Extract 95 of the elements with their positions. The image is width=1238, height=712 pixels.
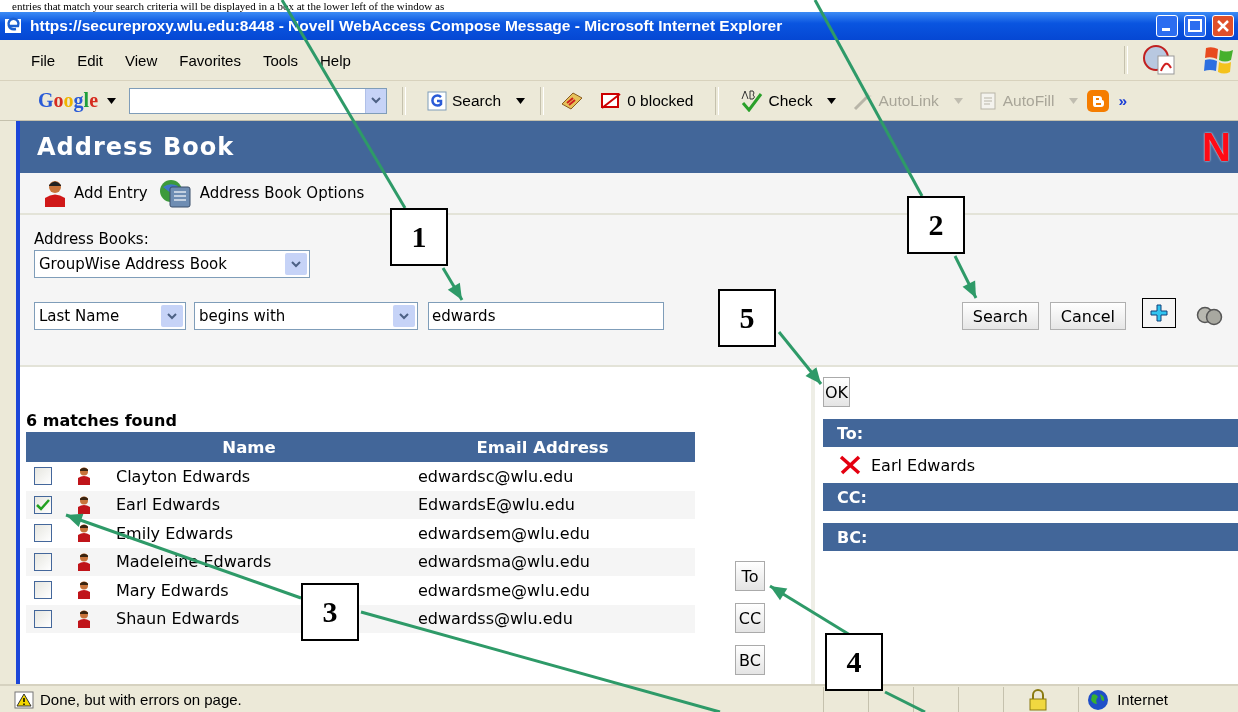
row-checkbox[interactable]	[34, 609, 52, 628]
caret-icon[interactable]	[827, 97, 837, 104]
contact-name: Shaun Edwards	[115, 609, 240, 629]
caret-icon[interactable]	[107, 97, 116, 104]
popup-blocker-icon	[600, 90, 623, 111]
callout-arrow	[953, 255, 978, 299]
globe-icon	[1087, 688, 1110, 711]
caret-icon[interactable]	[516, 97, 526, 104]
contact-email: edwardss@wlu.edu	[417, 609, 573, 629]
pdf-icon[interactable]	[1142, 44, 1178, 76]
ok-button[interactable]: OK	[823, 377, 851, 407]
contact-email: edwardsc@wlu.edu	[417, 466, 574, 486]
search-button[interactable]: Search	[961, 302, 1039, 330]
close-icon[interactable]	[1212, 15, 1234, 37]
caret-icon	[371, 97, 381, 104]
column-header: Email Address	[390, 432, 695, 462]
toolbar-button[interactable]: Check	[733, 89, 819, 112]
contact-email: edwardsme@wlu.edu	[417, 580, 590, 600]
spellcheck-icon	[739, 89, 764, 112]
results-count: 6 matches found	[26, 411, 178, 430]
callout-number: 2	[907, 196, 965, 254]
browser-icon	[4, 16, 24, 36]
menu-item[interactable]: Help	[309, 51, 362, 69]
address-book-dropdown[interactable]: GroupWise Address Book	[34, 250, 310, 278]
person-icon	[78, 581, 90, 600]
search-icon	[427, 90, 447, 111]
more-chevron[interactable]: »	[1118, 91, 1128, 110]
row-checkbox[interactable]	[34, 581, 52, 600]
checkmark-icon	[36, 498, 50, 511]
warning-icon[interactable]	[14, 690, 34, 709]
person-icon	[44, 179, 66, 207]
toolbar-link[interactable]: Address Book Options	[157, 178, 365, 208]
recipient-name: Earl Edwards	[871, 455, 975, 475]
toolbar-button[interactable]: Search	[421, 90, 508, 111]
person-icon	[78, 495, 90, 514]
add-recipient-button[interactable]: To	[735, 561, 765, 591]
blogger-icon[interactable]	[1087, 89, 1110, 112]
row-checkbox[interactable]	[34, 495, 52, 514]
plus-icon	[1150, 304, 1168, 322]
contact-name: Madeleine Edwards	[115, 552, 272, 572]
callout-arrow	[777, 331, 823, 385]
callout-number: 5	[718, 289, 776, 347]
row-checkbox[interactable]	[34, 467, 52, 486]
search-input[interactable]: edwards	[428, 302, 664, 330]
menu-item[interactable]: Edit	[66, 51, 115, 69]
toolbar-link[interactable]: Add Entry	[44, 179, 148, 207]
person-icon	[78, 467, 90, 486]
contact-name: Earl Edwards	[115, 495, 220, 515]
minimize-icon[interactable]	[1156, 15, 1178, 37]
recipient-section-header: BC:	[823, 523, 1238, 551]
menu-item[interactable]: File	[20, 51, 67, 69]
row-checkbox[interactable]	[34, 552, 52, 571]
add-recipient-button[interactable]: BC	[735, 645, 765, 675]
caret-icon	[167, 312, 177, 320]
add-button[interactable]	[1142, 298, 1176, 328]
callout-number: 4	[825, 633, 883, 691]
callout-number: 1	[390, 208, 448, 266]
field-dropdown[interactable]: Last Name	[34, 302, 186, 330]
maximize-icon[interactable]	[1184, 15, 1206, 37]
contact-name: Clayton Edwards	[115, 466, 251, 486]
address-book-icon	[157, 178, 192, 208]
lock-icon	[1028, 688, 1049, 711]
callout-arrow	[441, 267, 464, 301]
contact-email: edwardsma@wlu.edu	[417, 552, 590, 572]
status-text: Done, but with errors on page.	[40, 691, 242, 708]
person-icon	[78, 609, 90, 628]
person-icon	[78, 524, 90, 543]
menu-item[interactable]: Favorites	[168, 51, 252, 69]
search-field[interactable]	[129, 87, 387, 114]
recipient-section-header: To:	[823, 419, 1238, 447]
operator-dropdown[interactable]: begins with	[194, 302, 418, 330]
cancel-button[interactable]: Cancel	[1049, 302, 1126, 330]
person-icon	[78, 552, 90, 571]
leader-line	[884, 690, 926, 712]
form-icon	[977, 90, 998, 111]
window-title: https://secureproxy.wlu.edu:8448 - Novell WebAccess Compose Message - Microsoft Internet Explorer	[30, 17, 784, 35]
contact-email: EdwardsE@wlu.edu	[417, 495, 575, 515]
caret-icon	[399, 312, 409, 320]
menu-item[interactable]: View	[114, 51, 169, 69]
contact-email: edwardsem@wlu.edu	[417, 523, 590, 543]
add-recipient-button[interactable]: CC	[735, 603, 765, 633]
callout-number: 3	[301, 583, 359, 641]
field-label: Address Books:	[34, 230, 149, 248]
remove-icon[interactable]	[839, 455, 861, 475]
column-header: Name	[108, 432, 390, 462]
contact-name: Mary Edwards	[115, 580, 229, 600]
logo: N	[1202, 124, 1233, 170]
google-logo[interactable]: Google	[38, 89, 98, 112]
security-zone: Internet	[1117, 691, 1168, 708]
recipient-section-header: CC:	[823, 483, 1238, 511]
row-checkbox[interactable]	[34, 524, 52, 543]
page-title: Address Book	[37, 133, 235, 161]
menu-item[interactable]: Tools	[251, 51, 309, 69]
toolbar-button[interactable]: 0 blocked	[594, 90, 700, 111]
caret-icon	[291, 260, 301, 268]
